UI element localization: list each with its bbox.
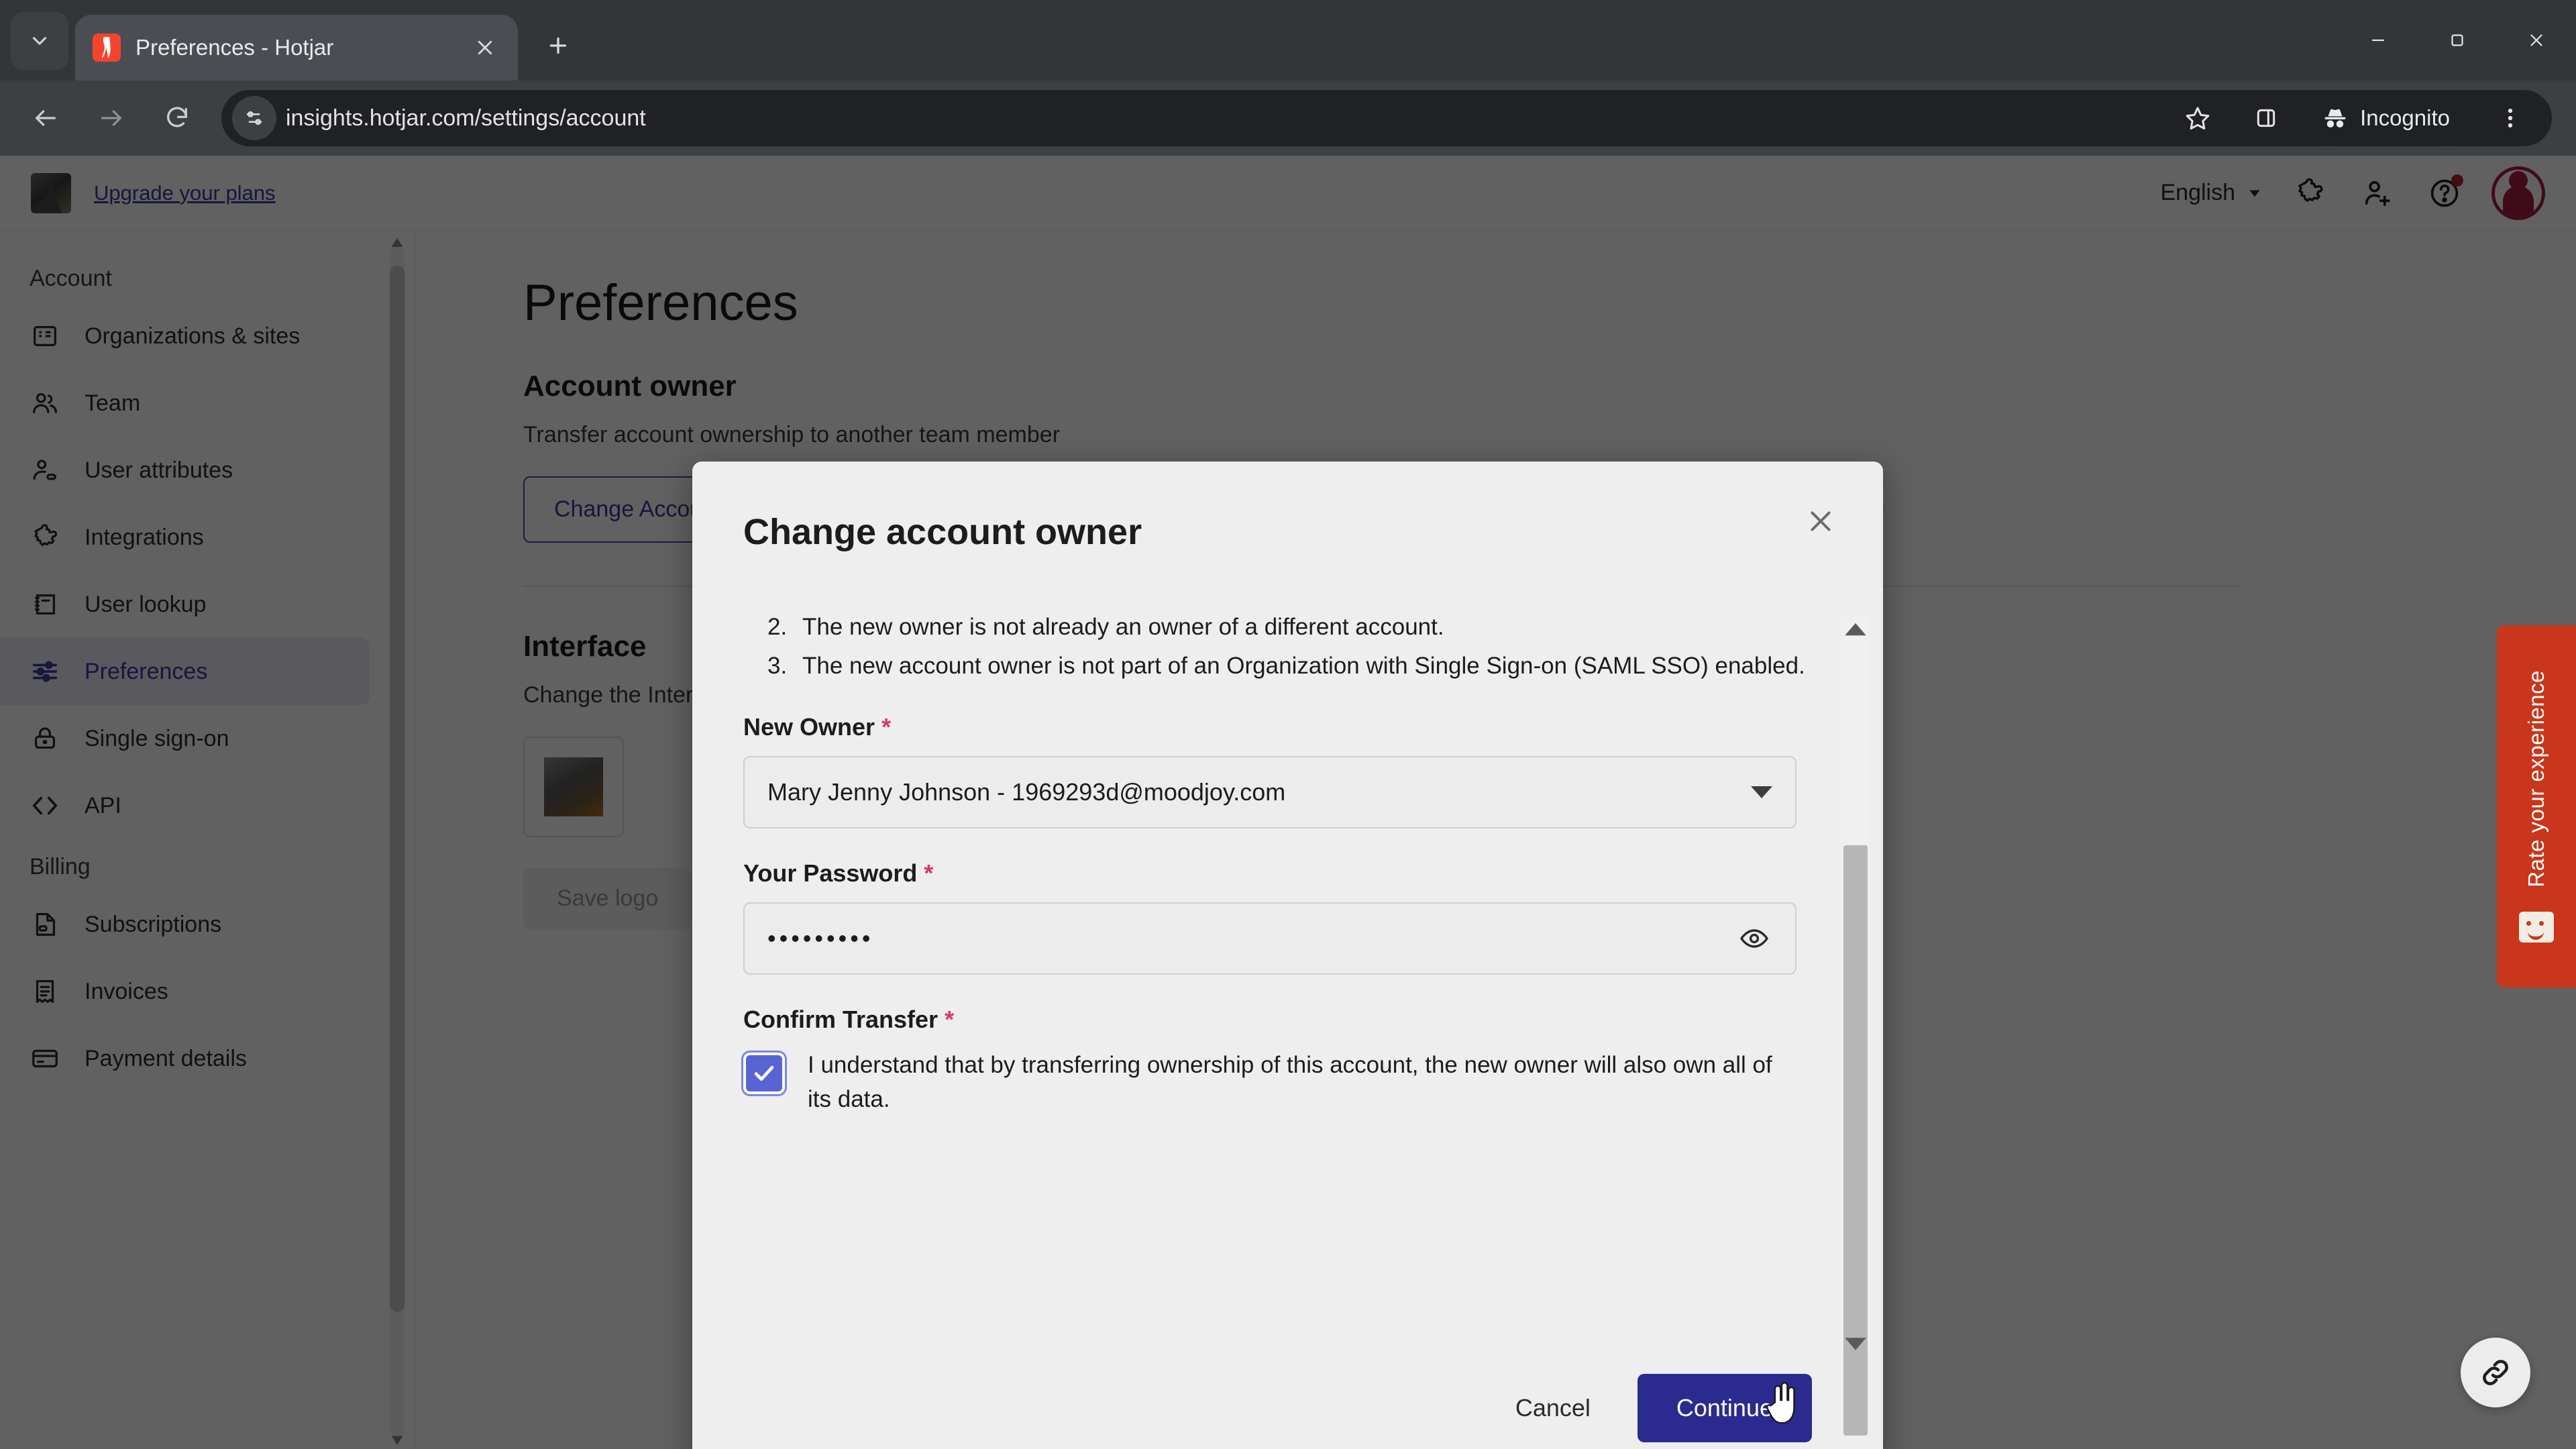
list-item: 2. The new owner is not already an owner… [767, 610, 1832, 644]
star-icon [2186, 107, 2210, 129]
list-item-number: 2. [767, 614, 788, 640]
web-page: Upgrade your plans English [0, 156, 2576, 1449]
new-tab-button[interactable] [533, 20, 584, 71]
tab-search-button[interactable] [11, 12, 68, 70]
confirm-transfer-checkbox[interactable] [743, 1053, 785, 1095]
minimize-icon [2372, 39, 2384, 42]
required-mark: * [924, 859, 934, 888]
password-input[interactable]: ••••••••• [743, 902, 1796, 975]
close-tab-icon[interactable] [470, 32, 500, 63]
eye-icon[interactable] [1736, 920, 1772, 957]
share-link-button[interactable] [2461, 1338, 2530, 1407]
requirements-list: 2. The new owner is not already an owner… [743, 610, 1832, 682]
browser-toolbar: insights.hotjar.com/settings/account Inc… [0, 80, 2576, 156]
password-label: Your Password * [743, 859, 1832, 888]
new-owner-select[interactable]: Mary Jenny Johnson - 1969293d@moodjoy.co… [743, 756, 1796, 829]
list-item-number: 3. [767, 652, 788, 679]
dialog-title: Change account owner [743, 512, 1142, 552]
maximize-button[interactable] [2418, 0, 2497, 80]
password-value: ••••••••• [767, 924, 874, 953]
mouse-cursor [1763, 1381, 1798, 1428]
site-settings-icon[interactable] [232, 96, 276, 140]
chevron-down-icon [32, 37, 47, 45]
new-owner-value: Mary Jenny Johnson - 1969293d@moodjoy.co… [767, 778, 1286, 806]
maximize-icon [2451, 34, 2463, 46]
confirm-transfer-label: Confirm Transfer * [743, 1006, 1832, 1034]
link-icon [2483, 1360, 2508, 1385]
confirm-transfer-text: I understand that by transferring owners… [808, 1052, 1772, 1113]
scroll-up-arrow[interactable] [1841, 614, 1870, 643]
side-panel-icon [2257, 109, 2275, 127]
incognito-icon [2324, 109, 2346, 127]
close-window-button[interactable] [2497, 0, 2576, 80]
browser-window: Preferences - Hotjar insights.hotjar.com… [0, 0, 2576, 1449]
dialog-header: Change account owner [692, 462, 1883, 553]
confirm-transfer-row: I understand that by transferring owners… [743, 1049, 1832, 1117]
omnibox-actions: Incognito [2167, 87, 2541, 149]
new-owner-label: New Owner * [743, 713, 1832, 741]
chrome-menu-button[interactable] [2479, 87, 2541, 149]
close-icon [1811, 511, 1831, 531]
hotjar-logo-icon [93, 34, 121, 62]
close-dialog-button[interactable] [1796, 496, 1845, 546]
pointer-hand-icon [1766, 1382, 1795, 1424]
rate-experience-label: Rate your experience [2524, 670, 2548, 888]
bookmark-star-button[interactable] [2167, 87, 2229, 149]
list-item-text: The new account owner is not part of an … [802, 652, 1805, 679]
checkmark-icon [754, 1066, 774, 1081]
url-text[interactable]: insights.hotjar.com/settings/account [286, 105, 2157, 131]
dialog-footer: Cancel Continue [692, 1344, 1883, 1449]
forward-button[interactable] [80, 87, 142, 149]
confirm-transfer-label-text: Confirm Transfer [743, 1006, 938, 1034]
change-account-owner-dialog: Change account owner 2. The new owner is… [692, 462, 1883, 1449]
new-owner-label-text: New Owner [743, 713, 875, 741]
close-window-icon [2530, 34, 2542, 46]
required-mark: * [945, 1006, 955, 1034]
browser-tab[interactable]: Preferences - Hotjar [75, 15, 518, 80]
password-label-text: Your Password [743, 859, 918, 888]
forward-arrow-icon [101, 110, 121, 126]
rate-experience-tab[interactable]: Rate your experience [2497, 625, 2576, 987]
minimize-button[interactable] [2339, 0, 2418, 80]
reload-button[interactable] [146, 87, 208, 149]
plus-icon [549, 37, 567, 54]
tab-title: Preferences - Hotjar [136, 35, 334, 60]
dialog-scrollbar[interactable] [1841, 614, 1870, 1436]
reload-icon [167, 107, 187, 127]
dialog-body: 2. The new owner is not already an owner… [692, 593, 1883, 1344]
list-item-text: The new owner is not already an owner of… [802, 614, 1444, 640]
address-bar[interactable]: insights.hotjar.com/settings/account Inc… [221, 90, 2552, 146]
kebab-menu-icon [2508, 109, 2513, 127]
smiley-icon [2519, 911, 2554, 943]
tab-strip: Preferences - Hotjar [0, 0, 2576, 80]
window-controls [2339, 0, 2576, 80]
back-arrow-icon [36, 110, 56, 126]
incognito-indicator[interactable]: Incognito [2304, 91, 2473, 145]
list-item: 3. The new account owner is not part of … [767, 649, 1832, 683]
cancel-button[interactable]: Cancel [1485, 1375, 1621, 1441]
dropdown-caret-icon [1751, 786, 1772, 799]
side-panel-button[interactable] [2235, 87, 2297, 149]
back-button[interactable] [15, 87, 76, 149]
required-mark: * [881, 713, 892, 741]
incognito-label: Incognito [2360, 105, 2450, 130]
